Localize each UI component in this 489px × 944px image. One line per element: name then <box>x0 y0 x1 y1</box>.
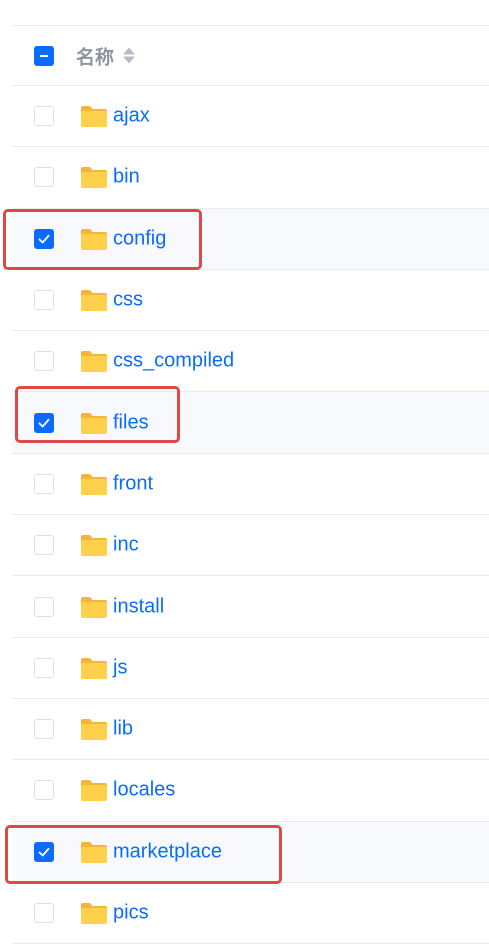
row-checkbox[interactable] <box>34 719 54 740</box>
row-checkbox[interactable] <box>34 167 54 188</box>
table-row[interactable]: ajax <box>12 86 489 148</box>
file-name-link[interactable]: pics <box>113 902 149 925</box>
folder-icon <box>81 167 107 189</box>
row-checkbox[interactable] <box>34 596 54 617</box>
file-name-link[interactable]: front <box>113 472 153 495</box>
table-row[interactable]: bin <box>12 147 489 209</box>
table-row[interactable]: front <box>12 454 489 516</box>
name-column-label: 名称 <box>76 47 115 68</box>
row-checkbox[interactable] <box>34 412 54 433</box>
file-name-link[interactable]: inc <box>113 534 139 557</box>
file-name-link[interactable]: config <box>113 227 166 250</box>
folder-icon <box>81 903 107 924</box>
folder-icon <box>81 412 107 434</box>
file-name-link[interactable]: locales <box>113 779 175 802</box>
check-icon <box>38 418 50 428</box>
table-header-row: 名称 <box>12 26 489 86</box>
folder-icon <box>81 351 107 373</box>
folder-icon <box>81 780 107 802</box>
table-row[interactable]: lib <box>12 699 489 761</box>
folder-icon <box>81 106 107 128</box>
folder-icon <box>81 535 107 557</box>
row-checkbox[interactable] <box>34 351 54 372</box>
row-checkbox[interactable] <box>34 841 54 862</box>
folder-icon <box>81 657 107 679</box>
row-checkbox[interactable] <box>34 228 54 249</box>
table-row[interactable]: inc <box>12 515 489 577</box>
folder-icon <box>81 473 107 495</box>
name-column-header[interactable]: 名称 <box>76 42 136 69</box>
row-checkbox[interactable] <box>34 106 54 127</box>
check-icon <box>38 847 50 857</box>
select-all-checkbox[interactable] <box>34 45 54 66</box>
table-row[interactable]: js <box>12 638 489 699</box>
file-name-link[interactable]: marketplace <box>113 840 222 863</box>
folder-icon <box>81 596 107 618</box>
file-name-link[interactable]: css <box>113 289 143 312</box>
row-checkbox[interactable] <box>34 290 54 311</box>
table-row[interactable]: files <box>12 392 489 454</box>
folder-icon <box>81 719 107 741</box>
file-name-link[interactable]: lib <box>113 718 133 741</box>
table-row[interactable]: install <box>12 576 489 638</box>
row-checkbox[interactable] <box>34 657 54 678</box>
table-row[interactable]: pics <box>12 883 489 944</box>
file-name-link[interactable]: js <box>113 656 127 679</box>
check-icon <box>38 234 50 244</box>
file-table: 名称 ajax bin config css css_compiledfiles fron… <box>12 25 489 944</box>
table-row[interactable]: marketplace <box>12 821 489 883</box>
row-checkbox[interactable] <box>34 535 54 556</box>
table-row[interactable]: css <box>12 270 489 332</box>
row-checkbox[interactable] <box>34 903 54 923</box>
table-row[interactable]: config <box>12 208 489 270</box>
folder-icon <box>81 290 107 312</box>
sort-icon[interactable] <box>122 47 136 65</box>
file-name-link[interactable]: files <box>113 411 149 434</box>
row-checkbox[interactable] <box>34 473 54 494</box>
file-name-link[interactable]: css_compiled <box>113 350 234 373</box>
table-row[interactable]: locales <box>12 760 489 822</box>
table-row[interactable]: css_compiled <box>12 331 489 393</box>
folder-icon <box>81 841 107 863</box>
row-checkbox[interactable] <box>34 780 54 801</box>
file-name-link[interactable]: ajax <box>113 105 150 128</box>
file-name-link[interactable]: bin <box>113 166 140 189</box>
file-name-link[interactable]: install <box>113 595 164 618</box>
minus-icon <box>40 54 48 57</box>
folder-icon <box>81 228 107 250</box>
